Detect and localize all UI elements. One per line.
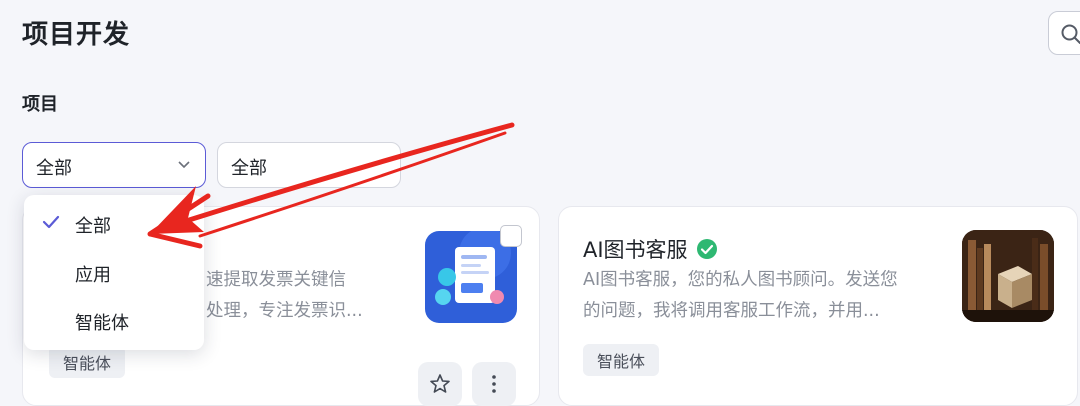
verified-icon bbox=[696, 238, 718, 260]
select-checkbox[interactable] bbox=[500, 225, 522, 247]
dropdown-option-app[interactable]: 应用 bbox=[24, 250, 204, 296]
card-description: AI图书客服，您的私人图书顾问。发送您 的问题，我将调用客服工作流，并用... bbox=[583, 265, 943, 327]
card-tag: 智能体 bbox=[49, 346, 125, 378]
second-filter-select[interactable]: 全部 bbox=[217, 142, 401, 188]
type-filter-value: 全部 bbox=[36, 154, 72, 180]
project-card[interactable]: AI图书客服 AI图书客服，您的私人图书顾问。发送您 的问题，我将调用客服工作流… bbox=[558, 206, 1078, 406]
dropdown-option-label: 应用 bbox=[75, 261, 111, 287]
card-tag: 智能体 bbox=[583, 344, 659, 376]
page-title: 项目开发 bbox=[22, 14, 130, 51]
dropdown-option-agent[interactable]: 智能体 bbox=[24, 298, 204, 344]
search-button[interactable] bbox=[1048, 11, 1080, 55]
chevron-down-icon bbox=[177, 160, 191, 170]
search-icon bbox=[1060, 23, 1080, 45]
more-button[interactable] bbox=[472, 362, 516, 406]
second-filter-value: 全部 bbox=[231, 154, 267, 180]
favorite-button[interactable] bbox=[418, 362, 462, 406]
bookshelf-thumbnail bbox=[962, 230, 1054, 322]
type-filter-dropdown: 全部 应用 智能体 bbox=[24, 195, 204, 350]
dropdown-option-label: 全部 bbox=[75, 212, 111, 238]
card-title: AI图书客服 bbox=[583, 234, 718, 264]
check-icon bbox=[42, 215, 60, 229]
dropdown-option-all[interactable]: 全部 bbox=[24, 201, 204, 247]
dropdown-option-label: 智能体 bbox=[75, 309, 129, 335]
section-label: 项目 bbox=[22, 90, 58, 116]
type-filter-select[interactable]: 全部 bbox=[22, 142, 206, 188]
